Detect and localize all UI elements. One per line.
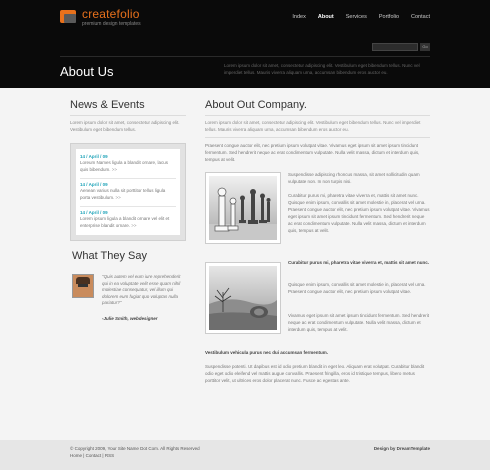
testimonial-author: -Julie Smith, webdesigner [102,316,158,321]
footer-links[interactable]: Home | Contact | RSS [70,453,200,460]
nav-services[interactable]: Services [346,14,367,20]
news-item[interactable]: 14 / April / 09 Lorem ipsum ligula a bla… [80,209,176,229]
testimonial-quote: "Quis autem vel eum iure reprehenderit q… [102,274,181,305]
news-text: Lorem ipsum ligula a blandit ornare vel … [80,216,170,228]
more-link[interactable]: >> [131,223,136,228]
more-link[interactable]: >> [112,167,117,172]
design-credit[interactable]: Design by DreamTemplate [374,446,430,451]
footer-left: © Copyright 2009, Your Site Name Dot Com… [70,446,200,459]
about-paragraph: Suspendisse adipiscing rhoncus massa, si… [288,172,420,184]
header-divider [60,56,430,57]
about-paragraph: Praesent congue auctor elit, nec pretium… [205,143,420,162]
about-bold-paragraph: Curabitur purus mi, pharetra vitae viver… [288,260,430,265]
about-divider [205,115,430,116]
news-date[interactable]: 14 / April / 09 [80,209,176,216]
chess-image [205,172,281,244]
landscape-image [205,262,281,334]
about-bold-paragraph: Vestibulum vehicula purus nec dui accums… [205,350,329,355]
about-paragraph: Curabitur purus mi, pharetra vitae viver… [288,193,430,233]
news-intro: Lorem ipsum dolor sit amet, consectetur … [70,120,180,132]
page-description: Lorem ipsum dolor sit amet, consectetur … [224,63,420,75]
site-header: createfolio premium design templates Ind… [0,0,490,88]
news-separator [80,178,176,179]
logo-subtitle: premium design templates [82,21,141,27]
about-divider-2 [205,137,430,138]
nav-index[interactable]: Index [292,14,305,20]
landscape-photo-icon [209,266,277,330]
news-divider [70,115,186,116]
news-separator [80,206,176,207]
testimonial-title: What They Say [72,250,147,262]
news-text: Loreum Names ligula a blandit ornare, la… [80,160,169,172]
news-title: News & Events [70,99,145,111]
news-text: Aenean varius nulla sit porttitor tellus… [80,188,166,200]
main-nav: Index About Services Portfolio Contact [292,14,430,20]
news-list: 14 / April / 09 Loreum Names ligula a bl… [76,149,180,235]
logo-icon[interactable] [60,10,76,23]
about-paragraph: Quisque enim ipsum, convallis sit amet m… [288,282,426,294]
nav-about[interactable]: About [318,14,334,20]
about-intro: Lorem ipsum dolor sit amet, consectetur … [205,120,421,132]
search-button[interactable]: Go [420,43,430,51]
search-input[interactable] [372,43,418,51]
logo-title[interactable]: createfolio [82,7,140,21]
news-item[interactable]: 14 / April / 09 Loreum Names ligula a bl… [80,153,176,173]
news-box: 14 / April / 09 Loreum Names ligula a bl… [70,143,186,241]
nav-contact[interactable]: Contact [411,14,430,20]
more-link[interactable]: >> [116,195,121,200]
about-paragraph: Suspendisse potenti. Ut dapibus est id o… [205,364,425,383]
nav-portfolio[interactable]: Portfolio [379,14,399,20]
news-item[interactable]: 14 / April / 09 Aenean varius nulla sit … [80,181,176,201]
about-paragraph: Vivamus eget ipsum sit amet ipsum tincid… [288,313,429,332]
copyright-text: © Copyright 2009, Your Site Name Dot Com… [70,446,200,451]
about-title: About Out Company. [205,99,307,111]
news-date[interactable]: 14 / April / 09 [80,153,176,160]
chess-pieces-icon [209,176,277,240]
page-title: About Us [60,64,114,79]
avatar [72,274,94,298]
news-date[interactable]: 14 / April / 09 [80,181,176,188]
